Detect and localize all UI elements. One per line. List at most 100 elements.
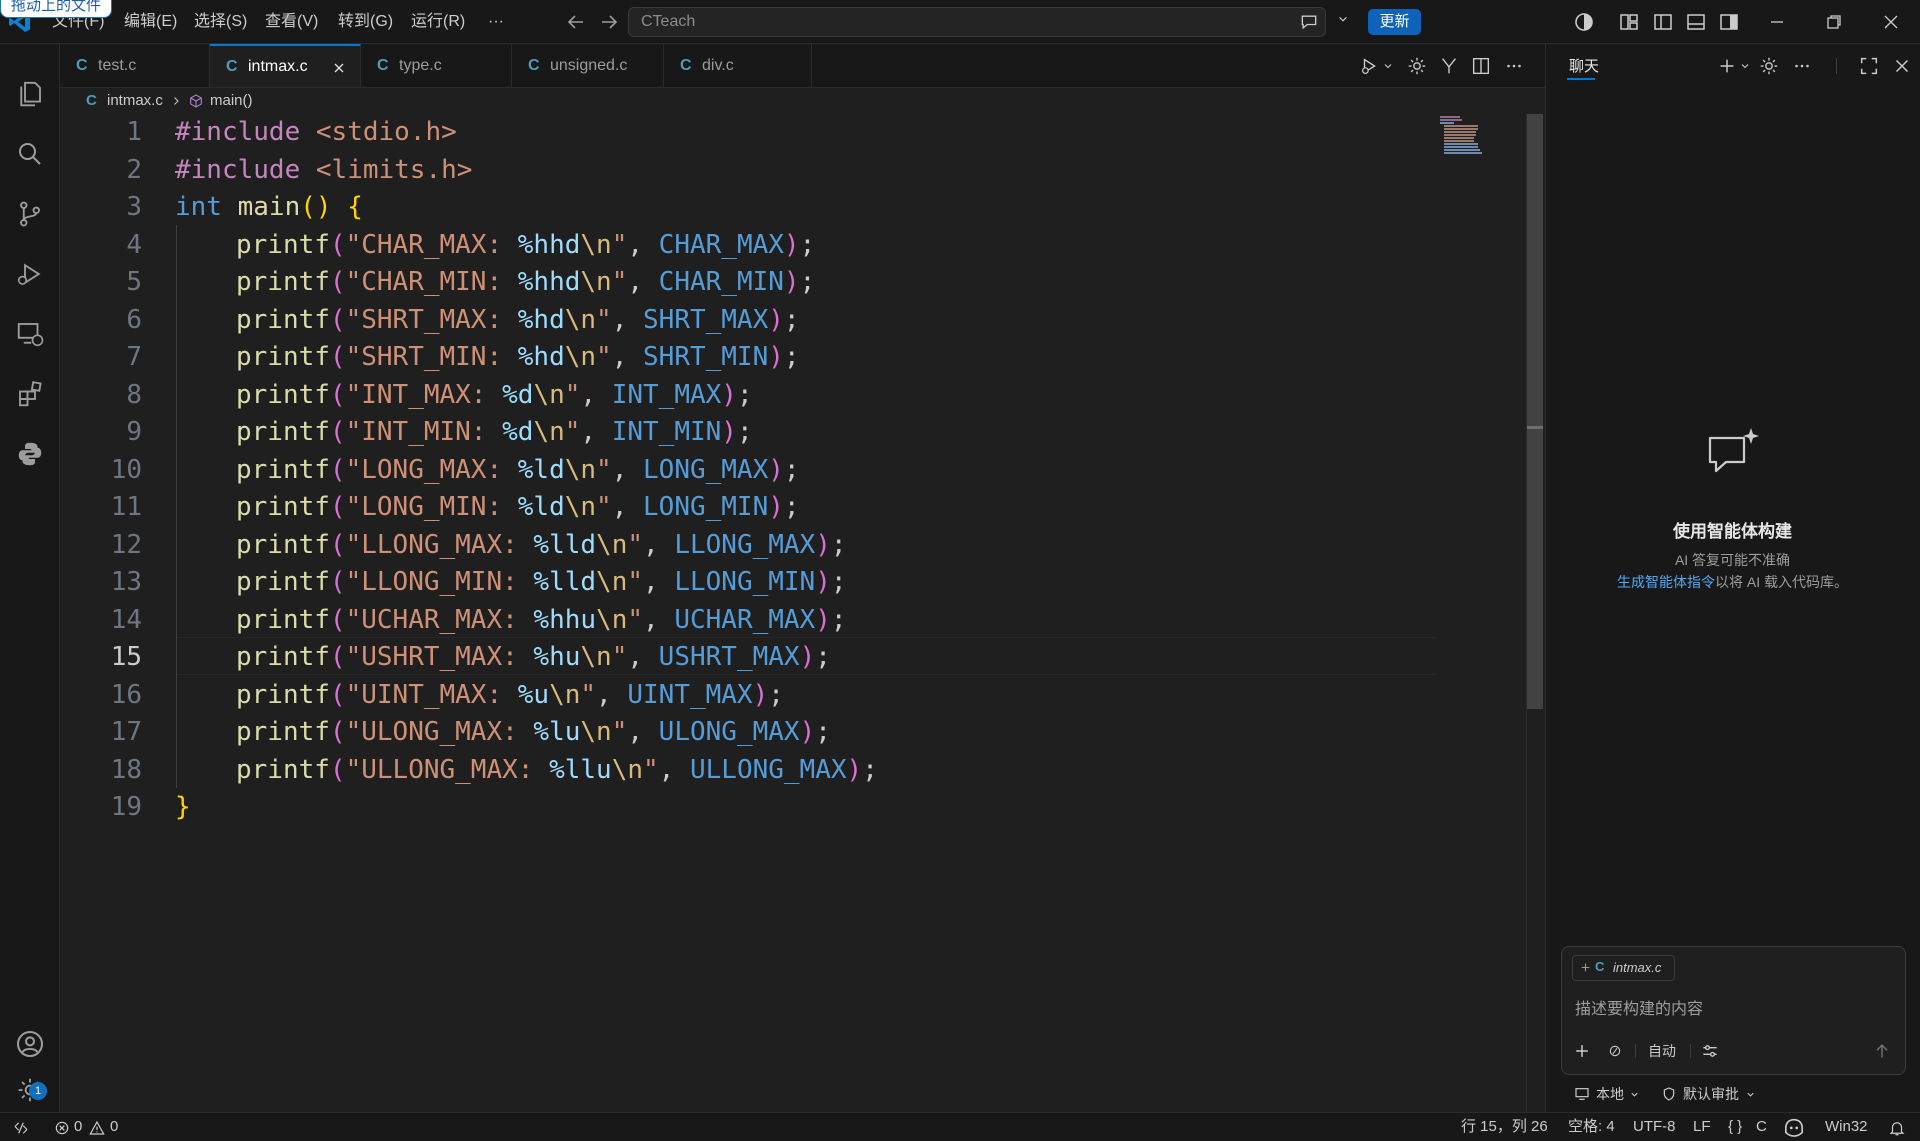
restore-icon[interactable] (1822, 10, 1846, 34)
menu-view[interactable]: 查看(V) (265, 0, 318, 43)
add-icon[interactable] (1572, 1041, 1592, 1061)
approval-picker[interactable]: 默认审批 (1683, 1084, 1739, 1104)
indentation[interactable]: 空格: 4 (1568, 1113, 1615, 1141)
accounts-pie-icon[interactable] (1572, 10, 1596, 34)
chevron-down-icon[interactable] (1629, 1089, 1640, 1100)
code-line: printf("UCHAR_MAX: %hhu\n", UCHAR_MAX); (236, 602, 847, 640)
attach-icon[interactable] (1607, 1043, 1623, 1059)
more-actions-icon[interactable] (1503, 55, 1525, 77)
chevron-down-icon[interactable] (1382, 60, 1394, 72)
toggle-secondary-sidebar-icon[interactable] (1717, 10, 1741, 34)
parens: () (300, 192, 332, 222)
macro-constant: USHRT_MAX (658, 642, 800, 672)
command-center[interactable]: CTeach (628, 7, 1326, 37)
add-context-icon[interactable] (1579, 961, 1592, 974)
string-quote: " (596, 454, 612, 485)
function-name: printf (236, 417, 330, 447)
format-specifier: %hhu (533, 604, 597, 635)
forward-arrow-icon[interactable] (597, 10, 621, 34)
maximize-icon[interactable] (1858, 55, 1880, 77)
new-chat-icon[interactable] (1716, 55, 1738, 77)
minimap[interactable] (1440, 114, 1490, 156)
macro-constant: CHAR_MIN (658, 267, 784, 297)
close-tab-icon[interactable] (331, 60, 347, 76)
semicolon: ; (783, 492, 800, 522)
remote-explorer-button[interactable] (0, 308, 59, 360)
back-arrow-icon[interactable] (564, 10, 588, 34)
menu-edit[interactable]: 编辑(E) (124, 0, 177, 43)
close-icon[interactable] (1891, 55, 1913, 77)
tab-div-c[interactable]: Cdiv.c (664, 44, 812, 87)
generate-instructions-link[interactable]: 生成智能体指令 (1617, 574, 1715, 590)
mode-picker[interactable]: 自动 (1648, 1041, 1676, 1061)
chat-input-placeholder[interactable]: 描述要构建的内容 (1575, 995, 1703, 1019)
tab-intmax-c[interactable]: Cintmax.c (210, 44, 361, 87)
platform[interactable]: Win32 (1825, 1113, 1868, 1141)
python-button[interactable] (0, 428, 59, 480)
function-name: printf (236, 267, 330, 297)
activity-bar (0, 44, 60, 1112)
menu-run[interactable]: 运行(R) (411, 0, 465, 43)
code-line: printf("LONG_MAX: %ld\n", LONG_MAX); (236, 452, 800, 490)
function-name: printf (236, 492, 330, 522)
encoding[interactable]: UTF-8 (1633, 1113, 1676, 1141)
format-specifier: %u (517, 679, 550, 710)
string-quote: " (643, 754, 659, 785)
compare-icon[interactable] (1438, 55, 1460, 77)
braces-icon: { } (1728, 1118, 1743, 1135)
warning-count[interactable]: 0 (110, 1113, 118, 1141)
chat-tab[interactable]: 聊天 (1569, 55, 1599, 76)
run-debug-button[interactable] (0, 248, 59, 300)
semicolon: ; (783, 342, 800, 372)
more-actions-icon[interactable] (1791, 55, 1813, 77)
search-icon (18, 143, 41, 165)
comma: , (580, 417, 612, 447)
remote-icon[interactable] (12, 1119, 30, 1137)
location-picker[interactable]: 本地 (1596, 1084, 1624, 1104)
extensions-button[interactable] (0, 368, 59, 420)
close-window-icon[interactable] (1879, 10, 1903, 34)
minimize-icon[interactable] (1765, 10, 1789, 34)
menu-selection[interactable]: 选择(S) (194, 0, 247, 43)
gear-icon[interactable] (1758, 55, 1780, 77)
language-mode[interactable]: C (1756, 1113, 1767, 1141)
chat-icon[interactable] (1299, 12, 1319, 32)
warning-icon[interactable] (89, 1120, 105, 1136)
chevron-down-icon[interactable] (1336, 12, 1350, 26)
source-control-button[interactable] (0, 188, 59, 240)
chevron-down-icon[interactable] (1739, 60, 1751, 72)
toggle-sidebar-icon[interactable] (1651, 10, 1675, 34)
chevron-down-icon[interactable] (1745, 1089, 1756, 1100)
send-arrow-icon[interactable] (1872, 1041, 1892, 1061)
toggle-panel-icon[interactable] (1684, 10, 1708, 34)
breadcrumb-file[interactable]: intmax.c (107, 88, 163, 114)
accounts-button[interactable] (0, 1018, 59, 1070)
tab-test-c[interactable]: Ctest.c (60, 44, 210, 87)
scrollbar-thumb[interactable] (1527, 114, 1543, 709)
customize-layout-icon[interactable] (1617, 10, 1641, 34)
menu-go[interactable]: 转到(G) (338, 0, 393, 43)
bell-icon[interactable] (1888, 1119, 1906, 1137)
error-count[interactable]: 0 (74, 1113, 82, 1141)
tools-settings-icon[interactable] (1700, 1041, 1720, 1061)
close-paren: ) (783, 267, 800, 297)
string-literal: "UCHAR_MAX: (345, 604, 534, 635)
copilot-icon[interactable] (1783, 1117, 1805, 1137)
tab-type-c[interactable]: Ctype.c (361, 44, 512, 87)
error-icon[interactable] (54, 1120, 70, 1136)
function-name: printf (236, 567, 330, 597)
split-editor-icon[interactable] (1470, 55, 1492, 77)
run-code-icon[interactable] (1359, 55, 1381, 77)
update-button[interactable]: 更新 (1368, 9, 1421, 35)
end-of-line[interactable]: LF (1693, 1113, 1711, 1141)
context-file-chip[interactable]: C intmax.c (1572, 955, 1675, 981)
menu-more[interactable]: ··· (488, 0, 504, 43)
explorer-button[interactable] (0, 68, 59, 120)
breadcrumb-symbol[interactable]: main() (210, 88, 253, 114)
search-button[interactable] (0, 128, 59, 180)
string-literal: "SHRT_MIN: (345, 342, 518, 372)
string-literal: "ULONG_MAX: (345, 717, 534, 747)
cursor-position[interactable]: 行 15，列 26 (1461, 1113, 1548, 1141)
tab-unsigned-c[interactable]: Cunsigned.c (512, 44, 664, 87)
gear-icon[interactable] (1406, 55, 1428, 77)
